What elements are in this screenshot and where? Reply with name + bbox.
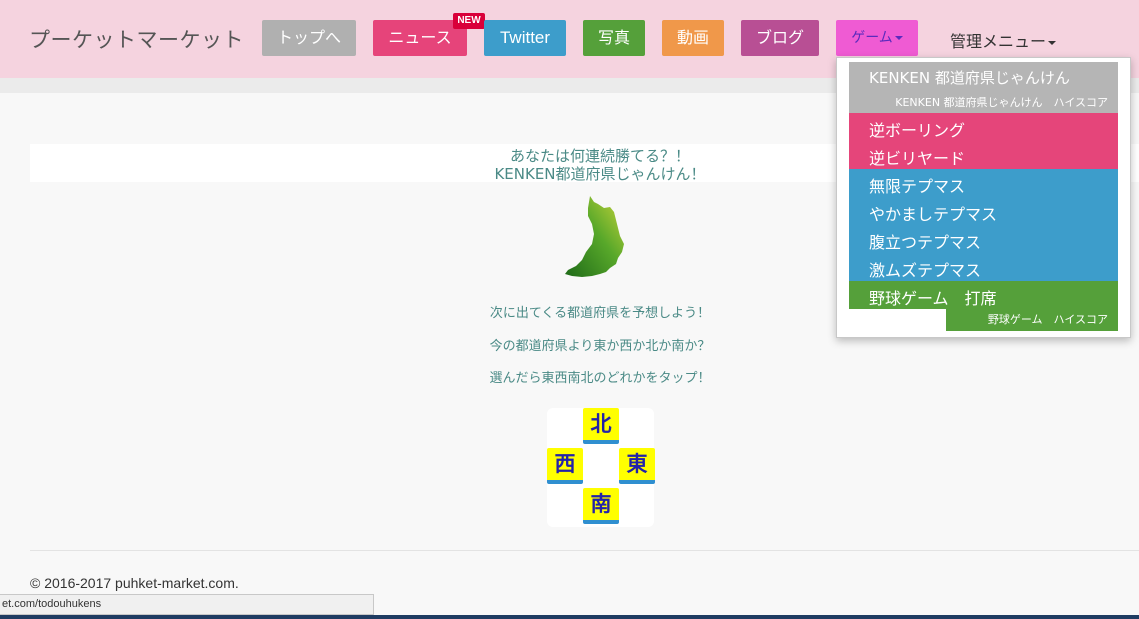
east-button[interactable]: 東	[619, 448, 655, 484]
caret-down-icon	[1048, 40, 1057, 45]
nav-top-button[interactable]: トップへ	[262, 20, 356, 56]
nav-game-dropdown-button[interactable]: ゲーム	[836, 20, 918, 56]
menu-item-kenken-highscore[interactable]: KENKEN 都道府県じゃんけん ハイスコア	[895, 94, 1108, 110]
menu-item-hard-tepumasu[interactable]: 激ムズテプマス	[849, 253, 1118, 281]
menu-item-label: 腹立つテプマス	[869, 233, 982, 252]
menu-item-label: やかましテプマス	[869, 205, 998, 224]
menu-item-label: 野球ゲーム 打席	[869, 289, 997, 308]
copyright-text: © 2016-2017 puhket-market.com.	[30, 575, 239, 591]
taskbar-edge	[0, 615, 1139, 619]
menu-item-label: KENKEN 都道府県じゃんけん	[869, 69, 1070, 87]
menu-item-baseball-batting[interactable]: 野球ゲーム 打席	[849, 281, 1118, 309]
menu-item-angry-tepumasu[interactable]: 腹立つテプマス	[849, 225, 1118, 253]
menu-item-label: 逆ビリヤード	[869, 149, 966, 168]
menu-item-label: 逆ボーリング	[869, 121, 966, 140]
menu-item-label: 無限テプマス	[869, 177, 966, 196]
menu-item-reverse-billiards[interactable]: 逆ビリヤード	[849, 141, 1118, 169]
menu-item-kenken[interactable]: KENKEN 都道府県じゃんけん KENKEN 都道府県じゃんけん ハイスコア	[849, 62, 1118, 113]
nav-photo-button[interactable]: 写真	[583, 20, 645, 56]
menu-item-label: 激ムズテプマス	[869, 261, 982, 280]
nav-video-button[interactable]: 動画	[662, 20, 724, 56]
admin-menu-label: 管理メニュー	[950, 32, 1047, 51]
site-brand[interactable]: プーケットマーケット	[29, 24, 244, 54]
menu-item-baseball-highscore[interactable]: 野球ゲーム ハイスコア	[946, 309, 1118, 331]
menu-item-noisy-tepumasu[interactable]: やかましテプマス	[849, 197, 1118, 225]
hint-direction: 今の都道府県より東か西か北か南か？	[489, 339, 711, 354]
footer-divider	[30, 550, 1139, 551]
menu-item-reverse-bowling[interactable]: 逆ボーリング	[849, 113, 1118, 141]
west-button[interactable]: 西	[547, 448, 583, 484]
nav-blog-button[interactable]: ブログ	[741, 20, 819, 56]
hint-tap: 選んだら東西南北のどれかをタップ！	[489, 371, 711, 386]
north-button[interactable]: 北	[583, 408, 619, 444]
nav-game-label: ゲーム	[851, 30, 893, 46]
nav-twitter-button[interactable]: Twitter	[484, 20, 566, 56]
new-badge: NEW	[453, 13, 485, 29]
admin-menu-dropdown[interactable]: 管理メニュー	[950, 28, 1057, 52]
headline-title: KENKEN都道府県じゃんけん！	[494, 165, 706, 183]
south-button[interactable]: 南	[583, 488, 619, 524]
caret-down-icon	[894, 36, 903, 40]
menu-item-infinite-tepumasu[interactable]: 無限テプマス	[849, 169, 1118, 197]
prefecture-map-image	[565, 196, 624, 277]
browser-status-url: et.com/todouhukens	[0, 594, 374, 615]
hint-predict: 次に出てくる都道府県を予想しよう！	[489, 306, 711, 321]
